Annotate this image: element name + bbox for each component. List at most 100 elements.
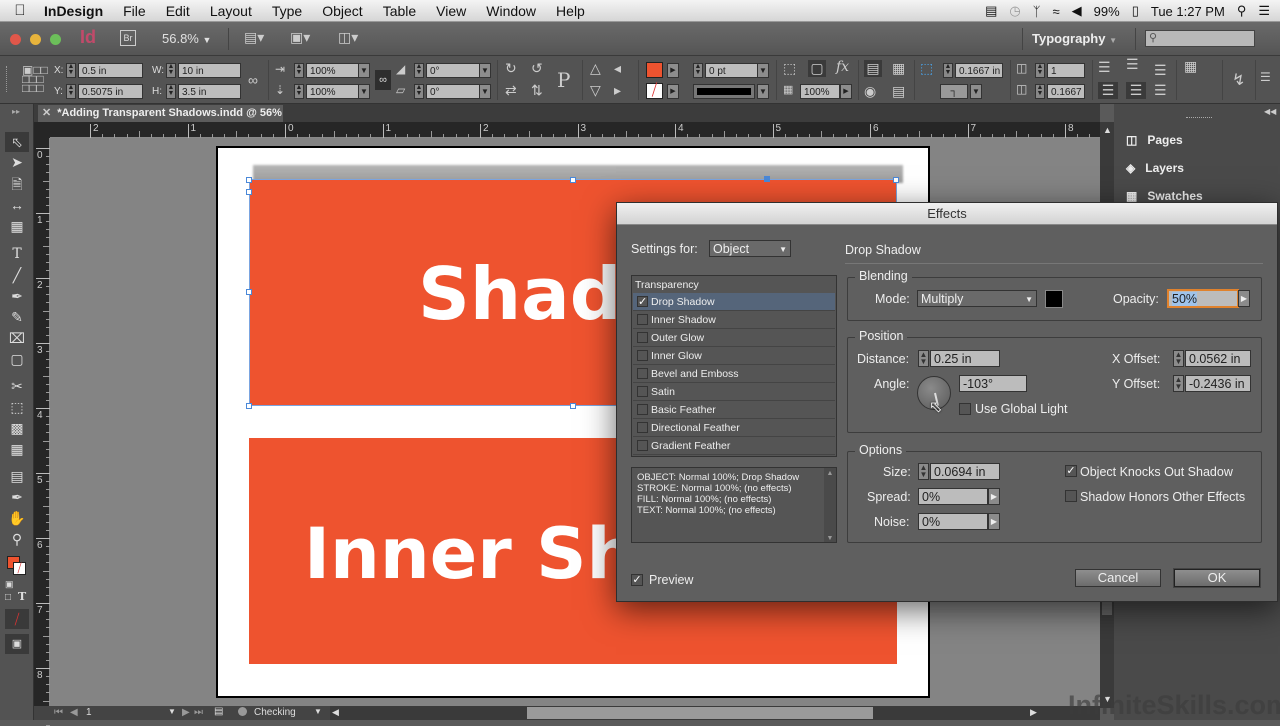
scroll-down-icon[interactable]: ▼	[824, 533, 836, 544]
menu-file[interactable]: File	[113, 0, 156, 22]
rotate-field[interactable]: 0°	[426, 63, 482, 78]
corner-shape-arrow[interactable]: ▼	[970, 84, 982, 99]
type-tool-icon[interactable]: T	[5, 244, 29, 264]
constrain-proportions-icon[interactable]: ∞	[248, 72, 258, 88]
settings-for-dropdown[interactable]: Object ▼	[709, 240, 791, 257]
inset-stepper[interactable]: ▲ ▼	[943, 63, 953, 78]
ruler-origin[interactable]	[34, 122, 50, 138]
page-tool-icon[interactable]: 🗎	[5, 174, 29, 194]
spread-field[interactable]: 0%	[918, 488, 988, 505]
menu-help[interactable]: Help	[546, 0, 595, 22]
open-page-icon[interactable]: ▤	[214, 706, 223, 717]
selection-handle[interactable]	[570, 403, 576, 409]
pencil-tool-icon[interactable]: ✎	[5, 307, 29, 327]
free-transform-tool-icon[interactable]: ⬚	[5, 397, 29, 417]
opacity-field[interactable]: 100%	[800, 84, 840, 99]
effect-checkbox[interactable]	[637, 440, 648, 451]
shadow-honors-effects-checkbox[interactable]	[1065, 490, 1077, 502]
default-colors-icon[interactable]: ▣	[5, 579, 14, 590]
apple-icon[interactable]: 	[0, 2, 40, 19]
zoom-level-dropdown[interactable]: 56.8% ▼	[162, 31, 211, 46]
rotate-counterclockwise-icon[interactable]: ↺	[531, 60, 543, 77]
wrap-object-shape-icon[interactable]: ◉	[864, 83, 876, 100]
bluetooth-icon[interactable]: ᛉ	[1033, 4, 1041, 19]
screen-mode-tool-icon[interactable]: ▣	[5, 634, 29, 654]
rectangle-frame-tool-icon[interactable]: ⌧	[5, 328, 29, 348]
align-top-icon[interactable]: ☰	[1098, 59, 1111, 76]
x-stepper[interactable]: ▲ ▼	[66, 63, 76, 78]
columns-field[interactable]: 1	[1047, 63, 1085, 78]
pen-tool-icon[interactable]: ✒	[5, 286, 29, 306]
time-machine-icon[interactable]: ◷	[1009, 3, 1020, 19]
effect-checkbox[interactable]	[637, 350, 648, 361]
zoom-tool-icon[interactable]: ⚲	[5, 529, 29, 549]
line-tool-icon[interactable]: ╱	[5, 265, 29, 285]
gap-tool-icon[interactable]: ↔	[5, 195, 29, 215]
rotate-clockwise-icon[interactable]: ↻	[505, 60, 517, 77]
h-field[interactable]: 3.5 in	[178, 84, 241, 99]
page-dropdown-icon[interactable]: ▼	[168, 707, 176, 716]
reference-point-icon[interactable]: ▣□□ □□□ □□□	[22, 64, 48, 94]
wrap-none-icon[interactable]: ▤	[864, 60, 882, 77]
scissors-tool-icon[interactable]: ✂	[5, 376, 29, 396]
menu-table[interactable]: Table	[373, 0, 426, 22]
stroke-weight-stepper[interactable]: ▲ ▼	[693, 63, 703, 78]
text-frame-options-icon[interactable]: ☰	[1154, 82, 1167, 99]
panel-pages[interactable]: ◫ Pages	[1126, 133, 1183, 147]
opacity-field[interactable]: 50%	[1168, 290, 1238, 307]
select-next-icon[interactable]: ▸	[614, 82, 621, 99]
preview-checkbox[interactable]: ✓	[631, 574, 643, 586]
summary-scrollbar[interactable]: ▲ ▼	[824, 468, 836, 542]
effect-satin[interactable]: Satin	[633, 383, 835, 401]
scale-y-stepper[interactable]: ▲ ▼	[294, 84, 304, 99]
fill-dropdown[interactable]: ▶	[667, 63, 679, 78]
noise-field[interactable]: 0%	[918, 513, 988, 530]
stroke-swatch-none[interactable]: ⧸	[646, 83, 663, 99]
inset-field[interactable]: 0.1667 in	[955, 63, 1003, 78]
scroll-left-icon[interactable]: ◀	[332, 707, 339, 718]
noise-slider-button[interactable]: ▶	[988, 513, 1000, 530]
effect-checkbox[interactable]	[637, 314, 648, 325]
align-center-icon[interactable]: ☰	[1098, 82, 1118, 99]
distance-stepper[interactable]: ▲ ▼	[918, 350, 929, 367]
effect-outer-glow[interactable]: Outer Glow	[633, 329, 835, 347]
effect-checkbox[interactable]	[637, 332, 648, 343]
drop-shadow-toggle-icon[interactable]: ⬚	[783, 60, 796, 77]
corner-shape-dropdown[interactable]: ┐	[940, 84, 968, 99]
y-offset-field[interactable]: -0.2436 in	[1185, 375, 1251, 392]
view-options-icon[interactable]: ▤▾	[244, 29, 264, 46]
x-offset-stepper[interactable]: ▲ ▼	[1173, 350, 1184, 367]
shadow-honors-effects-label[interactable]: Shadow Honors Other Effects	[1080, 490, 1245, 504]
menu-app-name[interactable]: InDesign	[40, 0, 113, 22]
rotate-stepper[interactable]: ▲ ▼	[414, 63, 424, 78]
document-tab[interactable]: ✕ *Adding Transparent Shadows.indd @ 56%	[38, 105, 283, 122]
effect-gradient-feather[interactable]: Gradient Feather	[633, 437, 835, 455]
effect-checkbox[interactable]	[637, 404, 648, 415]
selection-handle[interactable]	[246, 289, 252, 295]
use-global-light-label[interactable]: Use Global Light	[975, 402, 1067, 416]
w-field[interactable]: 10 in	[178, 63, 241, 78]
panel-menu-icon[interactable]: ☰	[1260, 70, 1271, 84]
wifi-icon[interactable]: ≈	[1053, 4, 1060, 19]
gutter-stepper[interactable]: ▲ ▼	[1035, 84, 1045, 99]
size-stepper[interactable]: ▲ ▼	[918, 463, 929, 480]
stroke-weight-field[interactable]: 0 pt	[705, 63, 759, 78]
horizontal-scroll-thumb[interactable]	[527, 707, 873, 719]
flip-horizontal-icon[interactable]: ⇄	[505, 82, 517, 99]
notification-center-icon[interactable]: ☰	[1258, 3, 1270, 19]
distance-field[interactable]: 0.25 in	[930, 350, 1000, 367]
effect-basic-feather[interactable]: Basic Feather	[633, 401, 835, 419]
menu-view[interactable]: View	[426, 0, 476, 22]
stroke-color-icon[interactable]: ⧸	[13, 562, 26, 575]
apply-none-icon[interactable]: ⧸	[5, 609, 29, 629]
panel-layers[interactable]: ◈ Layers	[1126, 161, 1184, 175]
shadow-color-swatch[interactable]	[1045, 290, 1063, 308]
scale-x-dropdown[interactable]: ▼	[358, 63, 370, 78]
y-field[interactable]: 0.5075 in	[78, 84, 143, 99]
shear-dropdown[interactable]: ▼	[479, 84, 491, 99]
y-offset-stepper[interactable]: ▲ ▼	[1173, 375, 1184, 392]
scroll-up-icon[interactable]: ▲	[824, 468, 836, 479]
panel-grip[interactable]	[1186, 117, 1212, 120]
object-knocks-out-label[interactable]: Object Knocks Out Shadow	[1080, 465, 1233, 479]
stroke-type-dropdown[interactable]	[693, 84, 755, 99]
